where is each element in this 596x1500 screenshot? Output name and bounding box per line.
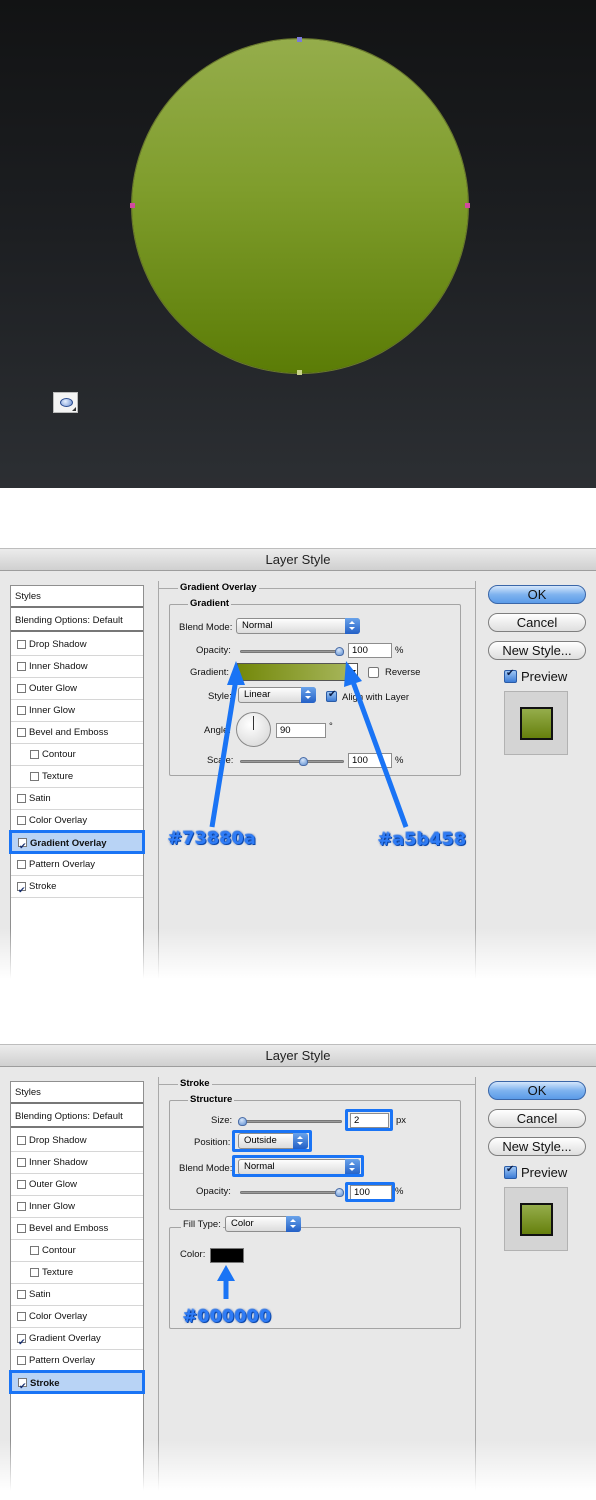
layer-style-dialog-gradient: Layer Style Styles Blending Options: Def…	[0, 548, 596, 988]
gradient-start-color-callout: #73880a	[168, 829, 257, 849]
cancel-button[interactable]: Cancel	[488, 1109, 586, 1128]
style-preview-box	[504, 691, 568, 755]
new-style-button[interactable]: New Style...	[488, 1137, 586, 1156]
ellipse-icon	[60, 398, 73, 407]
arrow-head-right	[344, 661, 362, 687]
ok-button[interactable]: OK	[488, 1081, 586, 1100]
style-preview-box	[504, 1187, 568, 1251]
anchor-bottom[interactable]	[297, 370, 302, 375]
arrow-line-left	[209, 678, 239, 828]
new-style-button[interactable]: New Style...	[488, 641, 586, 660]
layer-style-dialog-stroke: Layer Style Styles Blending Options: Def…	[0, 1044, 596, 1500]
cancel-button[interactable]: Cancel	[488, 613, 586, 632]
arrow-line-right	[349, 678, 409, 828]
ok-button[interactable]: OK	[488, 585, 586, 604]
preview-label: Preview	[521, 1165, 568, 1180]
arrow-head-left	[227, 661, 245, 685]
preview-swatch	[520, 1203, 553, 1236]
shape-layer-icon[interactable]	[53, 392, 78, 413]
arrow-head	[217, 1265, 235, 1281]
anchor-top[interactable]	[297, 37, 302, 42]
stroke-color-callout: #000000	[183, 1307, 272, 1327]
path-anchor-points	[130, 37, 470, 375]
preview-checkbox[interactable]	[504, 1164, 517, 1179]
corner-arrow-icon	[72, 407, 76, 411]
preview-swatch	[520, 707, 553, 740]
anchor-left[interactable]	[130, 203, 135, 208]
anchor-right[interactable]	[465, 203, 470, 208]
preview-checkbox[interactable]	[504, 668, 517, 683]
gradient-end-color-callout: #a5b458	[378, 830, 467, 850]
photoshop-canvas[interactable]	[0, 0, 596, 488]
preview-label: Preview	[521, 669, 568, 684]
